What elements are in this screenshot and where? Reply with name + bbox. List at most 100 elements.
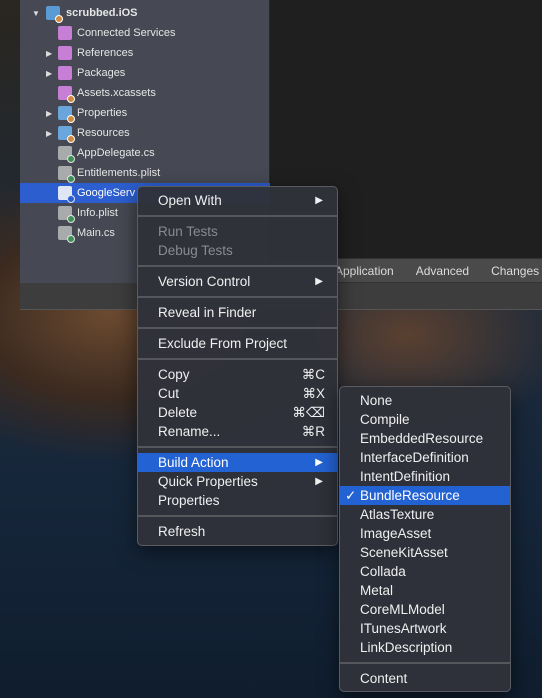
assets-icon — [58, 86, 75, 103]
tab-changes[interactable]: Changes — [491, 264, 539, 278]
menu-item-label: CoreMLModel — [360, 602, 445, 617]
menu-item-label: EmbeddedResource — [360, 431, 484, 446]
menu-item-scenekitasset[interactable]: SceneKitAsset — [340, 543, 510, 562]
tree-item-label: Main.cs — [77, 227, 115, 239]
tree-item[interactable]: ▶ Resources — [20, 123, 270, 143]
menu-item-label: Metal — [360, 583, 394, 598]
tree-item[interactable]: ▶ References — [20, 43, 270, 63]
folder-icon — [58, 126, 75, 143]
menu-item-label: None — [360, 393, 393, 408]
menu-item-metal[interactable]: Metal — [340, 581, 510, 600]
menu-separator — [138, 210, 337, 222]
tree-item[interactable]: ▶ Properties — [20, 103, 270, 123]
tab-application[interactable]: Application — [335, 264, 394, 278]
menu-item-itunesartwork[interactable]: ITunesArtwork — [340, 619, 510, 638]
menu-item-label: Content — [360, 671, 408, 686]
menu-item-label: ITunesArtwork — [360, 621, 447, 636]
menu-item-label: BundleResource — [360, 488, 460, 503]
submenu-arrow-icon: ▶ — [315, 276, 323, 287]
folder-icon — [58, 46, 72, 60]
shortcut-label: ⌘X — [302, 385, 325, 401]
csharp-file-icon — [58, 146, 75, 163]
menu-item-label: Delete — [158, 405, 198, 420]
tree-item-label: GoogleServ — [77, 187, 136, 199]
disclosure-collapsed-icon[interactable]: ▶ — [46, 109, 52, 118]
build-action-submenu: None Compile EmbeddedResource InterfaceDefi… — [339, 386, 511, 692]
context-menu: Open With ▶ Run Tests Debug Tests Version Co… — [137, 186, 338, 546]
menu-item-label: Build Action — [158, 455, 229, 470]
menu-item-interfacedefinition[interactable]: InterfaceDefinition — [340, 448, 510, 467]
menu-item-reveal-in-finder[interactable]: Reveal in Finder — [138, 303, 337, 322]
project-icon — [46, 6, 63, 23]
menu-item-run-tests: Run Tests — [138, 222, 337, 241]
connected-services-icon — [58, 26, 72, 40]
tree-item-label: Resources — [77, 127, 130, 139]
menu-item-label: Quick Properties — [158, 474, 258, 489]
status-badge-icon — [67, 115, 75, 123]
status-badge-icon — [67, 175, 75, 183]
menu-item-embeddedresource[interactable]: EmbeddedResource — [340, 429, 510, 448]
tree-item-label: AppDelegate.cs — [77, 147, 155, 159]
tree-item-label: Properties — [77, 107, 128, 119]
menu-item-exclude-from-project[interactable]: Exclude From Project — [138, 334, 337, 353]
disclosure-collapsed-icon[interactable]: ▶ — [46, 129, 52, 138]
menu-item-coremlmodel[interactable]: CoreMLModel — [340, 600, 510, 619]
menu-item-label: ImageAsset — [360, 526, 432, 541]
menu-item-cut[interactable]: Cut ⌘X — [138, 384, 337, 403]
menu-item-content[interactable]: Content — [340, 669, 510, 688]
menu-item-properties[interactable]: Properties — [138, 491, 337, 510]
menu-item-label: Copy — [158, 367, 190, 382]
disclosure-collapsed-icon[interactable]: ▶ — [46, 49, 52, 58]
menu-item-collada[interactable]: Collada — [340, 562, 510, 581]
shortcut-label: ⌘⌫ — [292, 404, 325, 420]
tree-item-label: scrubbed.iOS — [66, 7, 138, 19]
menu-item-delete[interactable]: Delete ⌘⌫ — [138, 403, 337, 422]
menu-item-atlastexture[interactable]: AtlasTexture — [340, 505, 510, 524]
tree-item[interactable]: AppDelegate.cs — [20, 143, 270, 163]
menu-item-label: Rename... — [158, 424, 221, 439]
menu-item-quick-properties[interactable]: Quick Properties ▶ — [138, 472, 337, 491]
tree-item[interactable]: Entitlements.plist — [20, 163, 270, 183]
menu-item-compile[interactable]: Compile — [340, 410, 510, 429]
menu-separator — [138, 260, 337, 272]
tree-item-label: Connected Services — [77, 27, 176, 39]
csharp-file-icon — [58, 226, 75, 243]
menu-item-linkdescription[interactable]: LinkDescription — [340, 638, 510, 657]
tree-item[interactable]: Connected Services — [20, 23, 270, 43]
status-badge-icon — [55, 15, 63, 23]
menu-item-open-with[interactable]: Open With ▶ — [138, 191, 337, 210]
menu-item-version-control[interactable]: Version Control ▶ — [138, 272, 337, 291]
tree-item[interactable]: Assets.xcassets — [20, 83, 270, 103]
menu-item-none[interactable]: None — [340, 391, 510, 410]
menu-item-refresh[interactable]: Refresh — [138, 522, 337, 541]
status-badge-icon — [67, 215, 75, 223]
folder-icon — [58, 106, 75, 123]
menu-item-label: Debug Tests — [158, 243, 233, 258]
menu-item-intentdefinition[interactable]: IntentDefinition — [340, 467, 510, 486]
menu-item-rename[interactable]: Rename... ⌘R — [138, 422, 337, 441]
menu-item-label: Compile — [360, 412, 410, 427]
menu-item-imageasset[interactable]: ImageAsset — [340, 524, 510, 543]
menu-item-label: Run Tests — [158, 224, 218, 239]
tree-item-label: Entitlements.plist — [77, 167, 161, 179]
submenu-arrow-icon: ▶ — [315, 195, 323, 206]
tree-item-label: References — [77, 47, 134, 59]
tree-item-label: Assets.xcassets — [77, 87, 156, 99]
menu-separator — [138, 510, 337, 522]
menu-item-debug-tests: Debug Tests — [138, 241, 337, 260]
menu-item-label: IntentDefinition — [360, 469, 451, 484]
menu-item-copy[interactable]: Copy ⌘C — [138, 365, 337, 384]
menu-item-label: Reveal in Finder — [158, 305, 257, 320]
tree-item[interactable]: ▶ Packages — [20, 63, 270, 83]
menu-item-label: Open With — [158, 193, 222, 208]
menu-item-label: Exclude From Project — [158, 336, 288, 351]
disclosure-collapsed-icon[interactable]: ▶ — [46, 69, 52, 78]
tree-item-label: Packages — [77, 67, 126, 79]
tree-item[interactable]: ▼ scrubbed.iOS — [20, 3, 270, 23]
menu-separator — [340, 657, 510, 669]
disclosure-expanded-icon[interactable]: ▼ — [32, 9, 40, 18]
status-badge-icon — [67, 235, 75, 243]
menu-item-build-action[interactable]: Build Action ▶ — [138, 453, 337, 472]
menu-item-bundleresource[interactable]: ✓ BundleResource — [340, 486, 510, 505]
tab-advanced[interactable]: Advanced — [416, 264, 469, 278]
